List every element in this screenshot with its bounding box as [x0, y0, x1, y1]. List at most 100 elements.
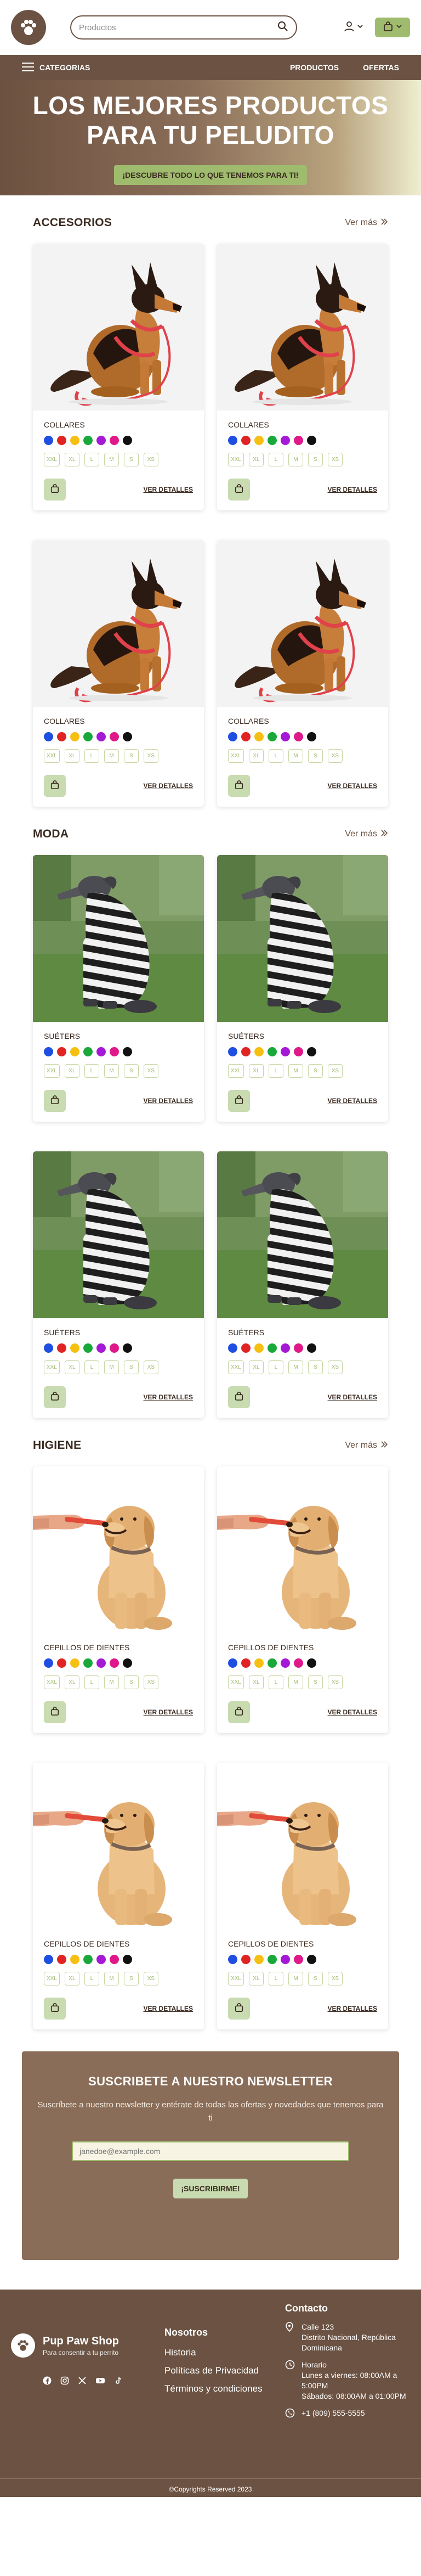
color-swatch[interactable]: [44, 1658, 53, 1668]
size-option[interactable]: S: [123, 1675, 139, 1689]
color-swatch[interactable]: [281, 1343, 290, 1353]
size-option[interactable]: S: [308, 1972, 323, 1986]
size-option[interactable]: M: [104, 749, 119, 763]
color-swatch[interactable]: [44, 1047, 53, 1056]
color-swatch[interactable]: [110, 1658, 119, 1668]
add-to-cart-button[interactable]: [228, 1090, 250, 1112]
size-option[interactable]: L: [268, 1972, 283, 1986]
see-more-link[interactable]: Ver más: [345, 829, 388, 839]
x-icon[interactable]: [78, 2376, 87, 2388]
color-swatch[interactable]: [254, 1955, 264, 1964]
color-swatch[interactable]: [268, 1658, 277, 1668]
size-option[interactable]: XS: [327, 1972, 343, 1986]
size-option[interactable]: XL: [64, 749, 79, 763]
color-swatch[interactable]: [268, 1047, 277, 1056]
color-swatch[interactable]: [294, 1343, 303, 1353]
color-swatch[interactable]: [110, 436, 119, 445]
color-swatch[interactable]: [294, 1658, 303, 1668]
size-option[interactable]: L: [268, 1360, 283, 1374]
size-option[interactable]: XL: [248, 1064, 264, 1078]
add-to-cart-button[interactable]: [44, 479, 66, 500]
color-swatch[interactable]: [70, 436, 79, 445]
product-image[interactable]: [217, 1151, 388, 1318]
add-to-cart-button[interactable]: [228, 1701, 250, 1723]
size-option[interactable]: M: [288, 1675, 303, 1689]
footer-link-privacy[interactable]: Políticas de Privacidad: [164, 2365, 263, 2376]
add-to-cart-button[interactable]: [228, 1386, 250, 1408]
product-image[interactable]: [217, 540, 388, 707]
product-image[interactable]: [217, 855, 388, 1022]
youtube-icon[interactable]: [95, 2376, 105, 2388]
color-swatch[interactable]: [123, 1658, 132, 1668]
color-swatch[interactable]: [96, 1343, 106, 1353]
color-swatch[interactable]: [44, 732, 53, 741]
hero-cta-button[interactable]: ¡DESCUBRE TODO LO QUE TENEMOS PARA TI!: [113, 165, 308, 185]
color-swatch[interactable]: [57, 732, 66, 741]
search-bar[interactable]: [70, 15, 297, 40]
subscribe-button[interactable]: ¡SUSCRIBIRME!: [173, 2179, 248, 2198]
size-option[interactable]: XL: [64, 453, 79, 466]
add-to-cart-button[interactable]: [44, 1998, 66, 2020]
size-option[interactable]: XXL: [44, 453, 60, 466]
size-option[interactable]: L: [84, 1064, 99, 1078]
product-card[interactable]: SUÉTERS XXL XL L M S XS VER DETALLES: [33, 855, 204, 1122]
size-option[interactable]: L: [268, 1675, 283, 1689]
color-swatch[interactable]: [70, 1955, 79, 1964]
product-card[interactable]: CEPILLOS DE DIENTES XXL XL L M S XS VER DETALLE…: [33, 1466, 204, 1733]
color-swatch[interactable]: [281, 1047, 290, 1056]
size-option[interactable]: XL: [64, 1360, 79, 1374]
color-swatch[interactable]: [123, 732, 132, 741]
view-details-link[interactable]: VER DETALLES: [328, 782, 377, 790]
size-option[interactable]: XXL: [44, 749, 60, 763]
color-swatch[interactable]: [44, 1343, 53, 1353]
color-swatch[interactable]: [241, 1343, 251, 1353]
size-option[interactable]: S: [123, 1360, 139, 1374]
footer-link-history[interactable]: Historia: [164, 2347, 263, 2358]
add-to-cart-button[interactable]: [44, 1090, 66, 1112]
color-swatch[interactable]: [281, 1955, 290, 1964]
color-swatch[interactable]: [57, 1343, 66, 1353]
color-swatch[interactable]: [294, 1047, 303, 1056]
color-swatch[interactable]: [281, 436, 290, 445]
color-swatch[interactable]: [123, 436, 132, 445]
add-to-cart-button[interactable]: [44, 775, 66, 797]
view-details-link[interactable]: VER DETALLES: [328, 1393, 377, 1401]
size-option[interactable]: XS: [143, 749, 158, 763]
size-option[interactable]: XXL: [228, 1675, 244, 1689]
instagram-icon[interactable]: [60, 2376, 69, 2388]
color-swatch[interactable]: [228, 732, 237, 741]
size-option[interactable]: M: [104, 1675, 119, 1689]
size-option[interactable]: S: [308, 1064, 323, 1078]
color-swatch[interactable]: [83, 1658, 93, 1668]
color-swatch[interactable]: [307, 732, 316, 741]
size-option[interactable]: S: [123, 1972, 139, 1986]
nav-link-offers[interactable]: OFERTAS: [363, 63, 399, 72]
product-image[interactable]: [33, 1151, 204, 1318]
size-option[interactable]: XL: [248, 749, 264, 763]
size-option[interactable]: L: [84, 1675, 99, 1689]
size-option[interactable]: M: [288, 1360, 303, 1374]
size-option[interactable]: XS: [143, 1064, 158, 1078]
color-swatch[interactable]: [44, 1955, 53, 1964]
product-card[interactable]: CEPILLOS DE DIENTES XXL XL L M S XS VER DETALLE…: [217, 1763, 388, 2029]
size-option[interactable]: S: [123, 453, 139, 466]
size-option[interactable]: XXL: [228, 749, 244, 763]
size-option[interactable]: L: [84, 1360, 99, 1374]
color-swatch[interactable]: [110, 1955, 119, 1964]
color-swatch[interactable]: [268, 1343, 277, 1353]
product-card[interactable]: CEPILLOS DE DIENTES XXL XL L M S XS VER DETALLE…: [33, 1763, 204, 2029]
color-swatch[interactable]: [307, 1343, 316, 1353]
product-card[interactable]: SUÉTERS XXL XL L M S XS VER DETALLES: [217, 855, 388, 1122]
user-menu[interactable]: [343, 20, 364, 35]
add-to-cart-button[interactable]: [44, 1386, 66, 1408]
product-card[interactable]: COLLARES XXL XL L M S XS VER DETALLES: [33, 244, 204, 510]
view-details-link[interactable]: VER DETALLES: [328, 2005, 377, 2012]
size-option[interactable]: XXL: [44, 1064, 60, 1078]
color-swatch[interactable]: [70, 1047, 79, 1056]
view-details-link[interactable]: VER DETALLES: [328, 486, 377, 493]
color-swatch[interactable]: [70, 1658, 79, 1668]
add-to-cart-button[interactable]: [228, 775, 250, 797]
size-option[interactable]: S: [308, 453, 323, 466]
view-details-link[interactable]: VER DETALLES: [144, 782, 193, 790]
size-option[interactable]: XS: [143, 1972, 158, 1986]
